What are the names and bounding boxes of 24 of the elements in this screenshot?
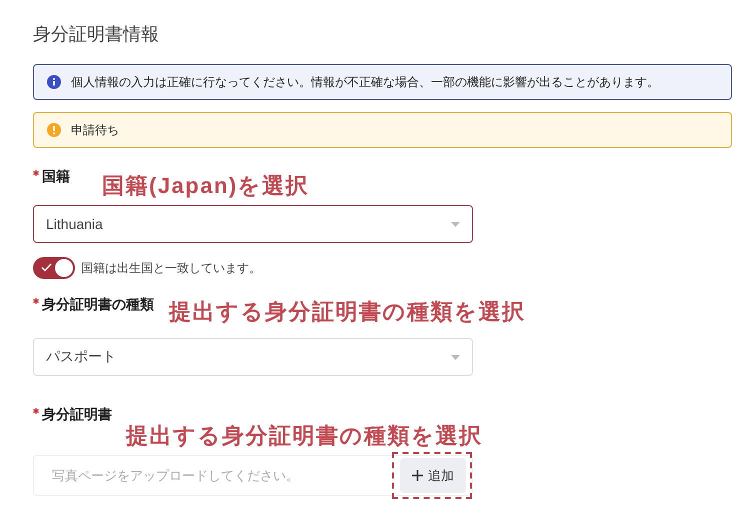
field-label: 身分証明書の種類: [42, 295, 154, 314]
plus-icon: [412, 470, 423, 481]
warning-icon: [47, 123, 61, 137]
toggle-switch[interactable]: [33, 257, 75, 279]
add-button[interactable]: 追加: [400, 458, 466, 493]
field-label: 国籍: [42, 167, 70, 186]
annotation-text: 提出する身分証明書の種類を選択: [126, 422, 482, 450]
alert-text: 申請待ち: [71, 122, 119, 138]
file-name-field[interactable]: 写真ページをアップロードしてください。: [50, 467, 392, 484]
info-icon: [47, 75, 61, 89]
annotation-text: 国籍(Japan)を選択: [102, 172, 310, 200]
upload-field[interactable]: 写真ページをアップロードしてください。 追加: [33, 455, 473, 496]
toggle-label: 国籍は出生国と一致しています。: [81, 260, 261, 276]
field-label: 身分証明書: [42, 405, 112, 424]
caret-icon: [451, 354, 460, 360]
caret-icon: [451, 222, 460, 226]
select-field[interactable]: パスポート: [33, 338, 473, 376]
check-icon: [41, 263, 52, 272]
select-value: パスポート: [46, 348, 116, 366]
alert-text: 個人情報の入力は正確に行なってください。情報が不正確な場合、一部の機能に影響が出ることがあります。: [71, 74, 659, 90]
select-value: Lithuania: [46, 216, 103, 232]
annotation-text: 提出する身分証明書の種類を選択: [169, 298, 526, 326]
select-field[interactable]: Lithuania: [33, 205, 473, 243]
page-title: 身分証明書情報: [33, 23, 160, 46]
